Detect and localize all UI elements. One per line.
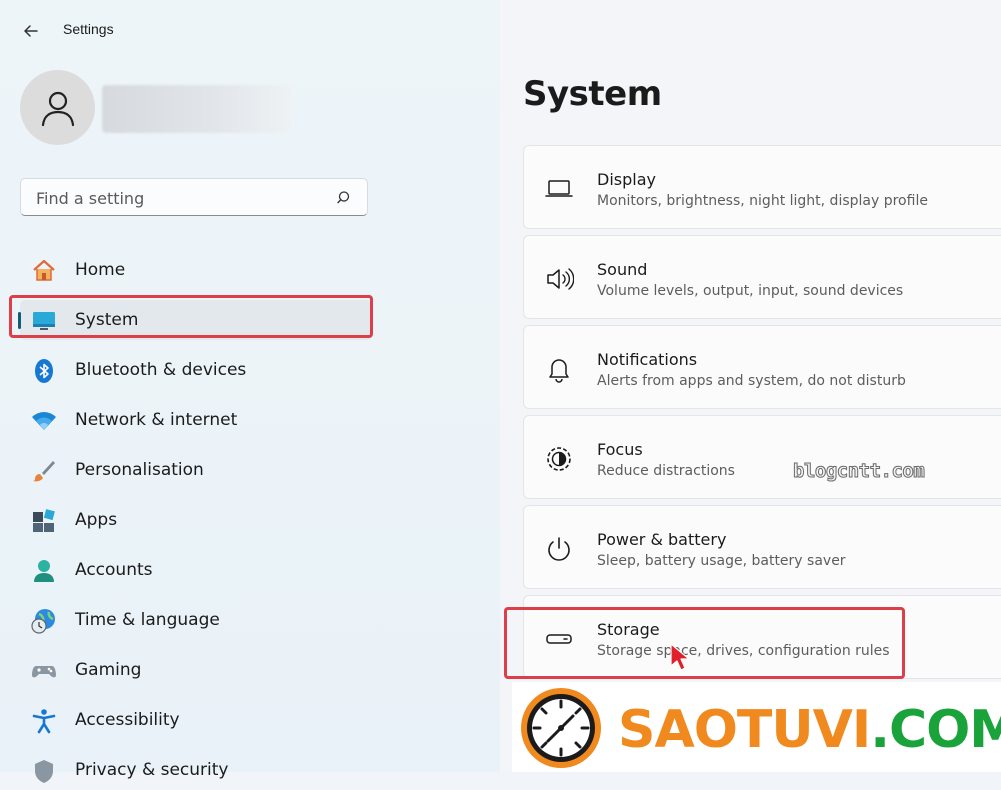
- card-subtitle: Alerts from apps and system, do not dist…: [597, 373, 906, 389]
- sidebar-item-label: Network & internet: [75, 410, 238, 430]
- logo-text: SAOTUVI.COM: [618, 700, 1001, 760]
- paintbrush-icon: [31, 458, 57, 484]
- sidebar-item-label: Time & language: [75, 610, 220, 630]
- sidebar-item-accounts[interactable]: Accounts: [20, 550, 372, 590]
- card-subtitle: Reduce distractions: [597, 463, 735, 479]
- sidebar-item-label: Accessibility: [75, 710, 180, 730]
- power-icon: [544, 534, 574, 564]
- mouse-cursor-icon: [670, 643, 690, 671]
- sidebar-item-network[interactable]: Network & internet: [20, 400, 372, 440]
- card-subtitle: Storage space, drives, configuration rul…: [597, 643, 890, 659]
- wifi-icon: [31, 408, 57, 434]
- sidebar-item-label: Bluetooth & devices: [75, 360, 247, 380]
- bell-icon: [544, 354, 574, 384]
- title-bar: Settings: [0, 0, 500, 60]
- sidebar-item-label: Privacy & security: [75, 760, 229, 780]
- card-subtitle: Monitors, brightness, night light, displ…: [597, 193, 928, 209]
- card-title: Power & battery: [597, 530, 727, 549]
- sidebar-item-label: Personalisation: [75, 460, 204, 480]
- back-arrow-icon: [24, 25, 38, 37]
- clock-logo-icon: [521, 688, 601, 768]
- system-monitor-icon: [31, 308, 57, 334]
- card-title: Notifications: [597, 350, 698, 369]
- globe-clock-icon: [31, 608, 57, 634]
- sidebar-item-gaming[interactable]: Gaming: [20, 650, 372, 690]
- logo-text-part2: .COM: [870, 700, 1001, 760]
- card-title: Storage: [597, 620, 660, 639]
- accounts-icon: [31, 558, 57, 584]
- back-button[interactable]: [18, 18, 44, 44]
- sidebar-item-apps[interactable]: Apps: [20, 500, 372, 540]
- card-power-battery[interactable]: Power & battery Sleep, battery usage, ba…: [523, 505, 1001, 589]
- sidebar-item-system[interactable]: System: [18, 300, 372, 340]
- sidebar-item-privacy-security[interactable]: Privacy & security: [20, 750, 372, 790]
- search-icon[interactable]: [337, 190, 353, 206]
- search-box[interactable]: [20, 178, 368, 216]
- card-title: Sound: [597, 260, 648, 279]
- user-icon: [41, 91, 74, 126]
- card-subtitle: Volume levels, output, input, sound devi…: [597, 283, 904, 299]
- card-subtitle: Sleep, battery usage, battery saver: [597, 553, 846, 569]
- card-title: Display: [597, 170, 656, 189]
- storage-drive-icon: [544, 624, 574, 654]
- sidebar-item-bluetooth[interactable]: Bluetooth & devices: [20, 350, 372, 390]
- card-title: Focus: [597, 440, 643, 459]
- laptop-icon: [544, 174, 574, 204]
- card-focus[interactable]: Focus Reduce distractions: [523, 415, 1001, 499]
- card-notifications[interactable]: Notifications Alerts from apps and syste…: [523, 325, 1001, 409]
- avatar[interactable]: [20, 70, 95, 145]
- sidebar-item-label: Home: [75, 260, 126, 280]
- logo-text-part1: SAOTUVI: [618, 700, 871, 760]
- watermark: blogcntt.com: [792, 460, 925, 483]
- sidebar-item-time-language[interactable]: Time & language: [20, 600, 372, 640]
- search-input[interactable]: [34, 186, 328, 210]
- sidebar-item-home[interactable]: Home: [20, 250, 372, 290]
- page-title: System: [523, 74, 662, 114]
- shield-icon: [31, 758, 57, 784]
- speaker-icon: [544, 264, 574, 294]
- home-icon: [31, 258, 57, 284]
- app-title: Settings: [63, 21, 114, 37]
- user-name-blurred: [102, 85, 292, 133]
- apps-icon: [31, 508, 57, 534]
- sidebar-item-label: Gaming: [75, 660, 142, 680]
- sidebar-item-personalisation[interactable]: Personalisation: [20, 450, 372, 490]
- card-storage[interactable]: Storage Storage space, drives, configura…: [523, 595, 1001, 679]
- sidebar-item-label: Apps: [75, 510, 118, 530]
- selected-indicator: [18, 312, 21, 329]
- sidebar-item-label: Accounts: [75, 560, 153, 580]
- gamepad-icon: [31, 658, 57, 684]
- sidebar-item-accessibility[interactable]: Accessibility: [20, 700, 372, 740]
- card-display[interactable]: Display Monitors, brightness, night ligh…: [523, 145, 1001, 229]
- accessibility-icon: [31, 708, 57, 734]
- bluetooth-icon: [31, 358, 57, 384]
- sidebar-item-label: System: [75, 310, 139, 330]
- card-sound[interactable]: Sound Volume levels, output, input, soun…: [523, 235, 1001, 319]
- focus-icon: [544, 444, 574, 474]
